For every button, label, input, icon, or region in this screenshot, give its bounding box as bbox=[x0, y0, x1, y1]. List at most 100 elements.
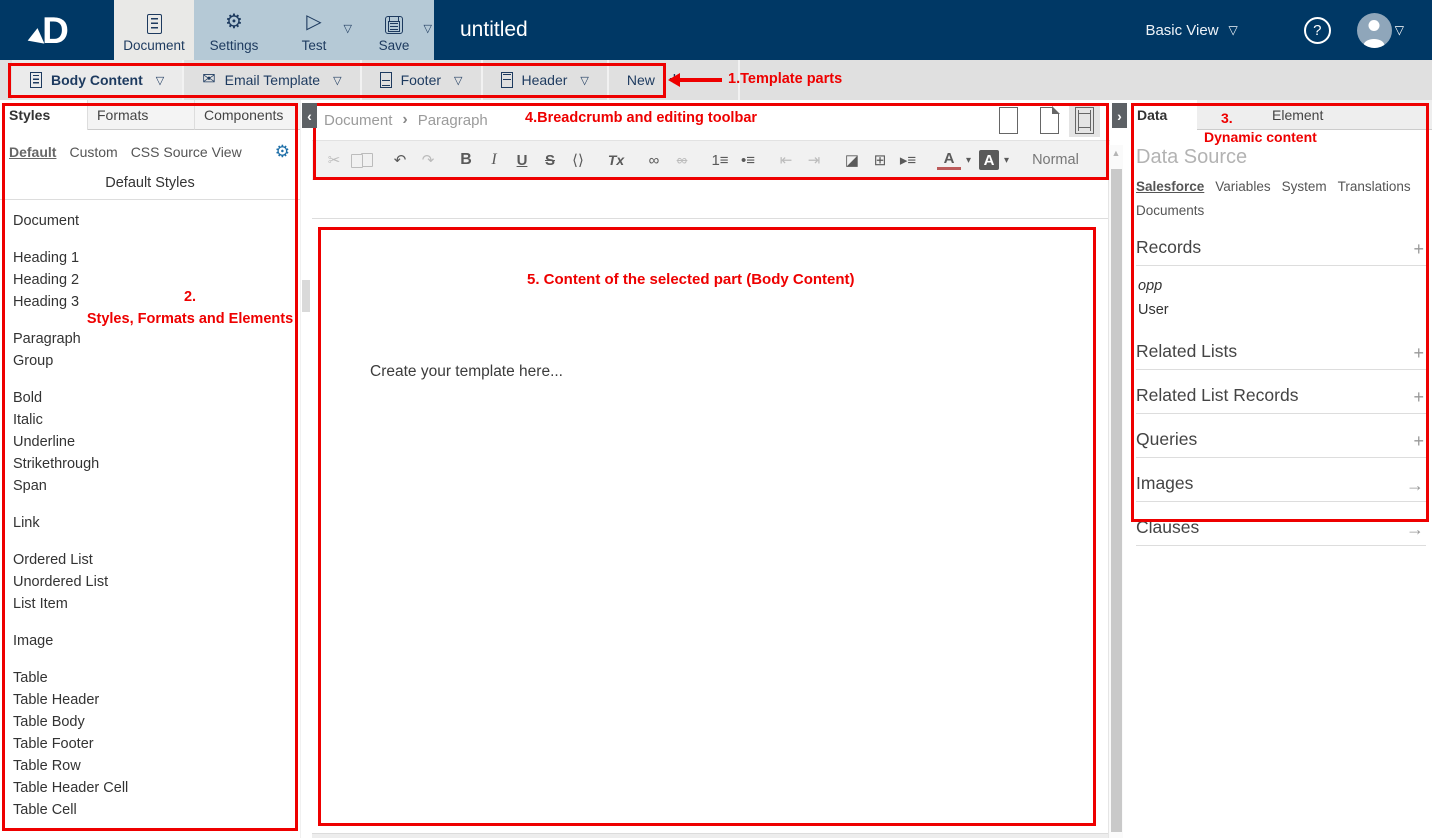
bullet-list-icon[interactable]: •≡ bbox=[736, 147, 760, 173]
style-item[interactable]: Document bbox=[13, 210, 300, 232]
editor-vertical-scrollbar[interactable]: ▲ bbox=[1108, 145, 1123, 838]
collapse-right-panel-button[interactable]: › bbox=[1112, 103, 1127, 128]
insert-block-icon[interactable]: ▸≡ bbox=[896, 147, 920, 173]
user-avatar[interactable] bbox=[1357, 13, 1392, 48]
style-item[interactable]: Table Cell bbox=[13, 799, 300, 821]
copy-icon[interactable] bbox=[350, 152, 374, 169]
section-header[interactable]: Related Lists+ bbox=[1136, 339, 1426, 370]
settings-button[interactable]: ⚙Settings bbox=[194, 0, 274, 60]
source-link-translations[interactable]: Translations bbox=[1338, 177, 1411, 197]
remove-format-icon[interactable]: Tx bbox=[604, 147, 628, 173]
test-button[interactable]: ▷Test▽ bbox=[274, 0, 354, 60]
tab-components[interactable]: Components bbox=[195, 100, 300, 130]
template-part-email-template[interactable]: ✉Email Template▽ bbox=[182, 60, 359, 100]
link-icon[interactable]: ∞ bbox=[642, 147, 666, 173]
style-item[interactable]: Italic bbox=[13, 409, 300, 431]
document-button[interactable]: Document bbox=[114, 0, 194, 60]
gear-icon[interactable]: ⚙ bbox=[275, 143, 290, 160]
style-item[interactable]: Group bbox=[13, 350, 300, 372]
indent-icon[interactable]: ⇥ bbox=[802, 147, 826, 173]
source-icon[interactable]: ⟨⟩ bbox=[566, 147, 590, 173]
style-item[interactable]: Table Footer bbox=[13, 733, 300, 755]
style-item[interactable]: Table Header bbox=[13, 689, 300, 711]
view-mode-selector[interactable]: Basic View ▽ bbox=[1145, 22, 1237, 39]
outdent-icon[interactable]: ⇤ bbox=[774, 147, 798, 173]
template-part-new[interactable]: New+ bbox=[607, 60, 698, 100]
subtab-custom[interactable]: Custom bbox=[69, 144, 117, 160]
caret-down-icon[interactable]: ▽ bbox=[333, 74, 341, 87]
data-item[interactable]: opp bbox=[1138, 274, 1426, 298]
editor-content-area[interactable]: Create your template here... bbox=[312, 180, 1110, 833]
caret-down-icon[interactable]: ▽ bbox=[156, 74, 164, 87]
style-item[interactable]: Bold bbox=[13, 387, 300, 409]
style-item[interactable]: Table Header Cell bbox=[13, 777, 300, 799]
redo-icon[interactable]: ↷ bbox=[416, 147, 440, 173]
bg-color-icon[interactable]: A bbox=[979, 150, 999, 170]
text-color-icon[interactable]: A bbox=[937, 150, 961, 170]
caret-down-icon[interactable]: ▽ bbox=[344, 22, 352, 35]
style-item[interactable]: Strikethrough bbox=[13, 453, 300, 475]
tab-styles[interactable]: Styles bbox=[0, 100, 88, 130]
caret-down-icon[interactable]: ▽ bbox=[454, 74, 462, 87]
unlink-icon[interactable]: ∞ bbox=[670, 147, 694, 173]
style-item[interactable]: Ordered List bbox=[13, 549, 300, 571]
bg-color-icon-wrap[interactable]: A▾ bbox=[977, 150, 1009, 170]
undo-icon[interactable]: ↶ bbox=[388, 147, 412, 173]
arrow-right-icon[interactable]: → bbox=[1406, 520, 1424, 538]
style-item[interactable]: Image bbox=[13, 630, 300, 652]
style-item[interactable]: Heading 3 bbox=[13, 291, 300, 313]
source-link-system[interactable]: System bbox=[1282, 177, 1327, 197]
style-item[interactable]: Underline bbox=[13, 431, 300, 453]
save-button[interactable]: Save▽ bbox=[354, 0, 434, 60]
left-panel-scrollbar[interactable] bbox=[300, 100, 312, 838]
arrow-right-icon[interactable]: → bbox=[1406, 476, 1424, 494]
ordered-list-icon[interactable]: 1≡ bbox=[708, 147, 732, 173]
plus-icon[interactable]: + bbox=[1413, 240, 1424, 258]
style-item[interactable]: Table Body bbox=[13, 711, 300, 733]
style-item[interactable]: Paragraph bbox=[13, 328, 300, 350]
help-button[interactable]: ? bbox=[1304, 17, 1331, 44]
scrollbar-thumb[interactable] bbox=[302, 280, 310, 312]
page-margins-button[interactable] bbox=[1069, 104, 1100, 137]
collapse-left-panel-button[interactable]: ‹ bbox=[302, 103, 317, 128]
table-icon[interactable]: ⊞ bbox=[868, 147, 892, 173]
document-title[interactable]: untitled bbox=[460, 18, 528, 42]
section-header[interactable]: Clauses→ bbox=[1136, 515, 1426, 546]
page-blank-icon[interactable] bbox=[999, 107, 1018, 134]
caret-down-icon[interactable]: ▽ bbox=[1395, 23, 1404, 37]
section-header[interactable]: Images→ bbox=[1136, 471, 1426, 502]
style-item[interactable]: Heading 2 bbox=[13, 269, 300, 291]
template-part-body-content[interactable]: Body Content▽ bbox=[12, 60, 182, 100]
style-item[interactable]: Table Row bbox=[13, 755, 300, 777]
template-part-header[interactable]: Header▽ bbox=[481, 60, 607, 100]
template-part-footer[interactable]: Footer▽ bbox=[360, 60, 481, 100]
source-link-variables[interactable]: Variables bbox=[1215, 177, 1270, 197]
plus-icon[interactable]: + bbox=[1413, 388, 1424, 406]
tab-formats[interactable]: Formats bbox=[88, 100, 195, 130]
style-item[interactable]: List Item bbox=[13, 593, 300, 615]
strike-icon[interactable]: S bbox=[538, 147, 562, 173]
style-item[interactable]: Span bbox=[13, 475, 300, 497]
underline-icon[interactable]: U bbox=[510, 147, 534, 173]
style-item[interactable]: Link bbox=[13, 512, 300, 534]
plus-icon[interactable]: + bbox=[1413, 432, 1424, 450]
source-link-salesforce[interactable]: Salesforce bbox=[1136, 177, 1204, 197]
data-item[interactable]: User bbox=[1138, 298, 1426, 322]
text-color-icon-wrap[interactable]: A▾ bbox=[935, 150, 971, 170]
subtab-default[interactable]: Default bbox=[9, 144, 56, 160]
page-dogear-icon[interactable] bbox=[1040, 107, 1059, 134]
italic-icon[interactable]: I bbox=[482, 147, 506, 173]
cut-icon[interactable]: ✂ bbox=[322, 147, 346, 173]
section-header[interactable]: Queries+ bbox=[1136, 427, 1426, 458]
style-item[interactable]: Heading 1 bbox=[13, 247, 300, 269]
breadcrumb-item-paragraph[interactable]: Paragraph bbox=[418, 112, 488, 129]
image-icon[interactable]: ◪ bbox=[840, 147, 864, 173]
scrollbar-thumb[interactable] bbox=[1111, 169, 1122, 832]
breadcrumb-item-document[interactable]: Document bbox=[324, 112, 392, 129]
horizontal-scrollbar[interactable] bbox=[312, 833, 1110, 838]
source-link-documents[interactable]: Documents bbox=[1136, 201, 1204, 221]
subtab-css-source-view[interactable]: CSS Source View bbox=[131, 144, 242, 160]
section-header[interactable]: Related List Records+ bbox=[1136, 383, 1426, 414]
style-item[interactable]: Unordered List bbox=[13, 571, 300, 593]
style-item[interactable]: Table bbox=[13, 667, 300, 689]
